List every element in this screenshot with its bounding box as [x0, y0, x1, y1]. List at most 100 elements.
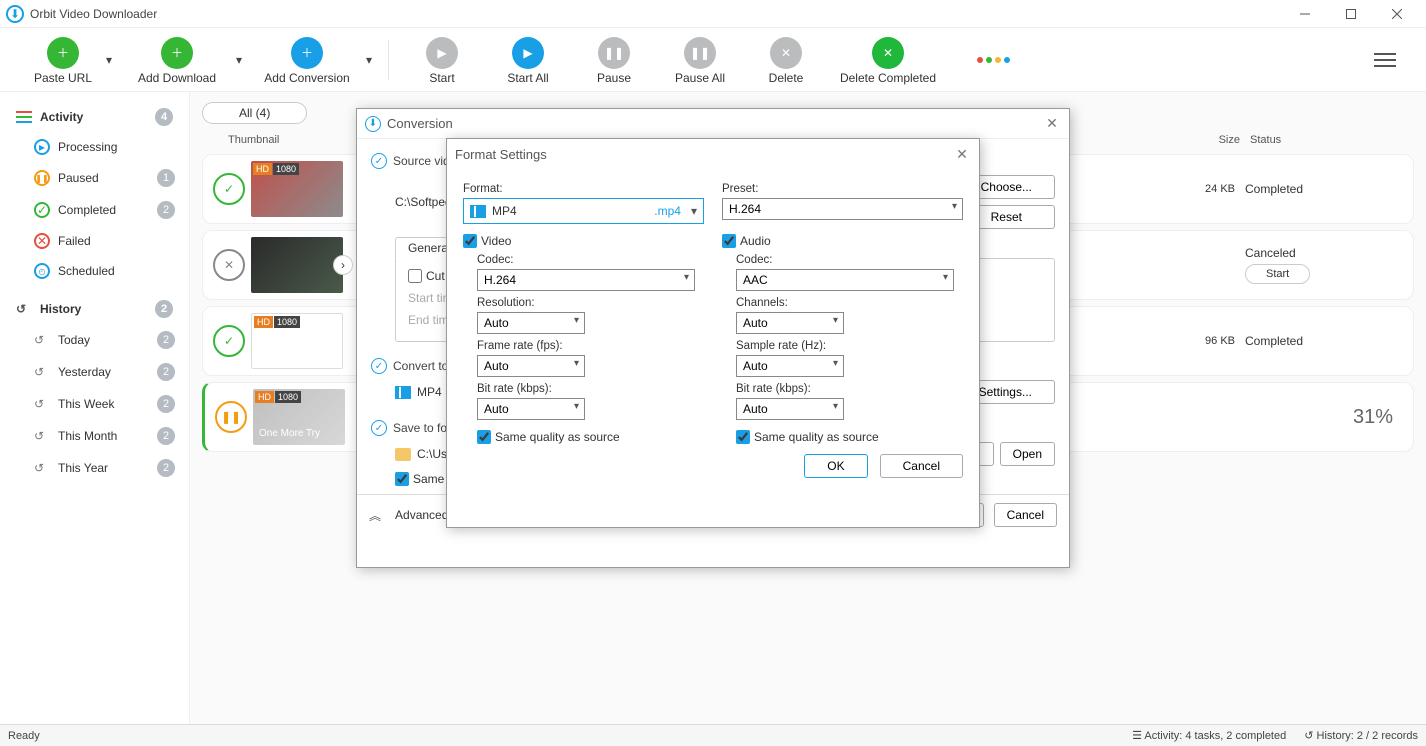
pause-all-button[interactable]: ❚❚ Pause All	[657, 35, 743, 85]
play-icon: ▶	[426, 37, 458, 69]
sidebar-yesterday[interactable]: ↺Yesterday2	[8, 356, 181, 388]
status-activity: ☰ Activity: 4 tasks, 2 completed	[1132, 729, 1286, 742]
color-dots-icon[interactable]	[977, 57, 1010, 63]
x-icon: ✕	[34, 233, 50, 249]
check-icon: ✓	[213, 325, 245, 357]
sidebar-completed[interactable]: ✓Completed2	[8, 194, 181, 226]
status-ready: Ready	[8, 730, 40, 742]
film-icon	[470, 205, 486, 218]
audio-same-quality-checkbox[interactable]: Same quality as source	[736, 430, 879, 444]
clock-icon: ◴	[34, 263, 50, 279]
video-bitrate-select[interactable]	[477, 398, 585, 420]
sidebar: Activity 4 ▸Processing ❚❚Paused1 ✓Comple…	[0, 92, 190, 724]
app-icon: ⬇	[6, 5, 24, 23]
status-bar: Ready ☰ Activity: 4 tasks, 2 completed ↺…	[0, 724, 1426, 746]
open-button[interactable]: Open	[1000, 442, 1055, 466]
minimize-button[interactable]	[1282, 0, 1328, 28]
sidebar-today[interactable]: ↺Today2	[8, 324, 181, 356]
activity-count-badge: 4	[155, 108, 173, 126]
video-same-quality-checkbox[interactable]: Same quality as source	[477, 430, 620, 444]
audio-checkbox[interactable]: Audio	[722, 234, 771, 248]
audio-codec-select[interactable]	[736, 269, 954, 291]
audio-sample-select[interactable]	[736, 355, 844, 377]
plus-icon: ＋	[291, 37, 323, 69]
sidebar-paused[interactable]: ❚❚Paused1	[8, 162, 181, 194]
x-icon: ✕	[770, 37, 802, 69]
start-all-button[interactable]: ▶ Start All	[485, 35, 571, 85]
paste-url-dropdown[interactable]: ▾	[106, 53, 118, 67]
sidebar-this-week[interactable]: ↺This Week2	[8, 388, 181, 420]
close-icon[interactable]: ✕	[953, 146, 971, 163]
video-resolution-select[interactable]	[477, 312, 585, 334]
tab-all[interactable]: All (4)	[202, 102, 307, 124]
format-settings-dialog: Format Settings ✕ Format: MP4 .mp4 ▾ Pre…	[446, 138, 980, 528]
paste-url-button[interactable]: ＋ Paste URL	[20, 35, 106, 85]
pause-icon: ❚❚	[598, 37, 630, 69]
format-select[interactable]: MP4 .mp4 ▾	[463, 198, 704, 224]
plus-icon: ＋	[47, 37, 79, 69]
video-codec-select[interactable]	[477, 269, 695, 291]
sidebar-history-header[interactable]: ↺ History 2	[8, 294, 181, 324]
folder-icon	[395, 448, 411, 461]
add-download-dropdown[interactable]: ▾	[236, 53, 248, 67]
add-download-button[interactable]: ＋ Add Download	[118, 35, 236, 85]
sidebar-scheduled[interactable]: ◴Scheduled	[8, 256, 181, 286]
sidebar-activity-header[interactable]: Activity 4	[8, 102, 181, 132]
sidebar-failed[interactable]: ✕Failed	[8, 226, 181, 256]
sidebar-processing[interactable]: ▸Processing	[8, 132, 181, 162]
close-icon[interactable]: ✕	[1043, 115, 1061, 132]
dialog-title: Format Settings	[455, 147, 547, 162]
dialog-title: Conversion	[387, 116, 453, 131]
row-start-button[interactable]: Start	[1245, 264, 1310, 284]
expand-chevron-button[interactable]: ›	[333, 255, 353, 275]
history-icon: ↺	[34, 365, 50, 379]
progress-percent: 31%	[1353, 406, 1393, 429]
section-icon: ✓	[371, 420, 387, 436]
pause-icon: ❚❚	[34, 170, 50, 186]
video-checkbox[interactable]: Video	[463, 234, 511, 248]
play-icon: ▶	[512, 37, 544, 69]
video-fps-select[interactable]	[477, 355, 585, 377]
hamburger-menu-button[interactable]	[1364, 42, 1406, 78]
sidebar-this-month[interactable]: ↺This Month2	[8, 420, 181, 452]
pause-button[interactable]: ❚❚ Pause	[571, 35, 657, 85]
thumbnail: HD1080	[251, 161, 343, 217]
history-icon: ↺	[16, 302, 32, 316]
maximize-button[interactable]	[1328, 0, 1374, 28]
section-icon: ✓	[371, 153, 387, 169]
delete-completed-button[interactable]: ✕ Delete Completed	[829, 35, 947, 85]
main-toolbar: ＋ Paste URL ▾ ＋ Add Download ▾ ＋ Add Con…	[0, 28, 1426, 92]
toolbar-separator	[388, 40, 389, 80]
sidebar-this-year[interactable]: ↺This Year2	[8, 452, 181, 484]
close-button[interactable]	[1374, 0, 1420, 28]
history-icon: ↺	[34, 429, 50, 443]
collapse-chevron-icon[interactable]: ︽	[369, 507, 381, 524]
check-icon: ✓	[213, 173, 245, 205]
history-icon: ↺	[34, 333, 50, 347]
check-icon: ✓	[34, 202, 50, 218]
audio-channels-select[interactable]	[736, 312, 844, 334]
cancel-button[interactable]: Cancel	[994, 503, 1057, 527]
history-icon: ↺	[34, 397, 50, 411]
chevron-down-icon: ▾	[691, 204, 697, 218]
cancel-button[interactable]: Cancel	[880, 454, 963, 478]
pause-icon: ❚❚	[684, 37, 716, 69]
thumbnail: HD1080One More Try	[253, 389, 345, 445]
add-conversion-dropdown[interactable]: ▾	[366, 53, 378, 67]
window-titlebar: ⬇ Orbit Video Downloader	[0, 0, 1426, 28]
x-icon: ✕	[872, 37, 904, 69]
history-icon: ↺	[34, 461, 50, 475]
film-icon	[395, 386, 411, 399]
pause-icon: ❚❚	[215, 401, 247, 433]
add-conversion-button[interactable]: ＋ Add Conversion	[248, 35, 366, 85]
start-button[interactable]: ▶ Start	[399, 35, 485, 85]
ok-button[interactable]: OK	[804, 454, 867, 478]
delete-button[interactable]: ✕ Delete	[743, 35, 829, 85]
thumbnail: HD1080	[251, 313, 343, 369]
source-path: C:\Softpedi	[371, 195, 454, 209]
window-title: Orbit Video Downloader	[30, 7, 157, 21]
audio-bitrate-select[interactable]	[736, 398, 844, 420]
plus-icon: ＋	[161, 37, 193, 69]
preset-select[interactable]	[722, 198, 963, 220]
download-icon: ⬇	[365, 116, 381, 132]
